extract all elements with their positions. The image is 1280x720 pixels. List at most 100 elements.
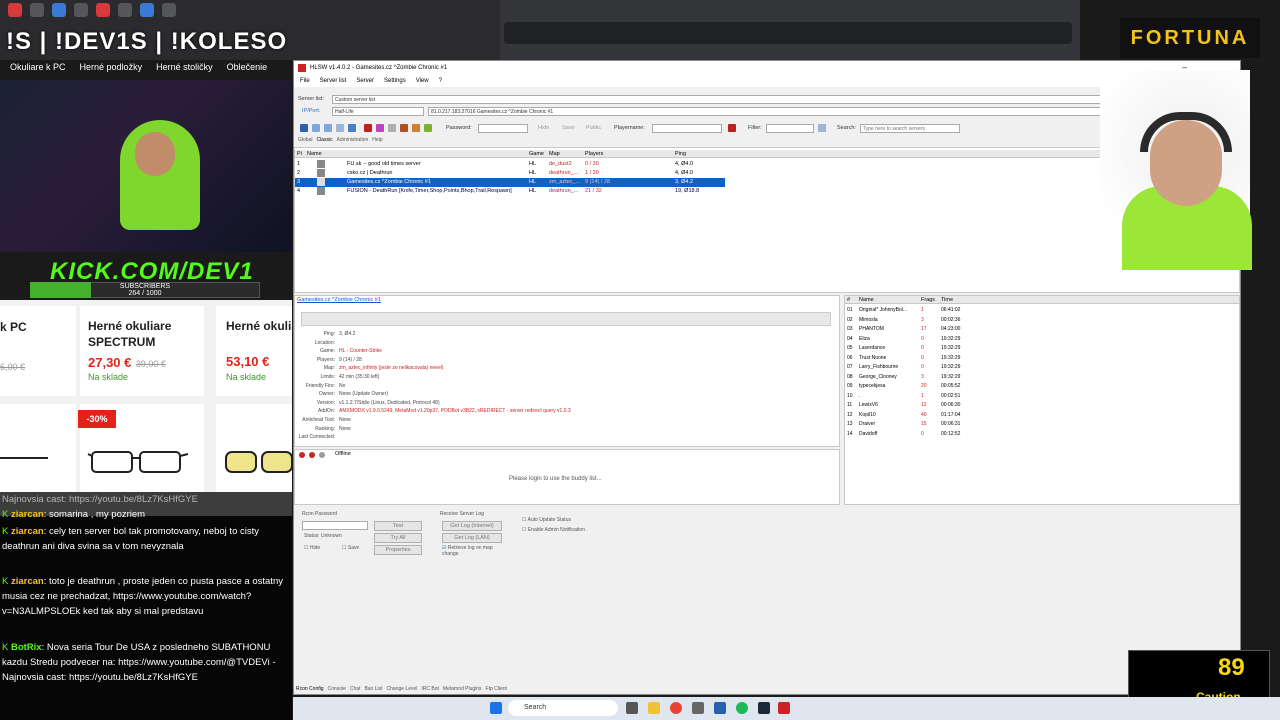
shop-nav-link[interactable]: Herné podložky [80, 62, 143, 72]
get-log-internet-button[interactable]: Get Log (Internet) [442, 521, 502, 531]
player-row[interactable]: 08 George_Clooney 3 19:32:29 [845, 373, 1239, 382]
player-row[interactable]: 12 Kopil10 40 01:17:04 [845, 411, 1239, 420]
player-row[interactable]: 06 Trust Noone 0 19:32:29 [845, 354, 1239, 363]
filter-icon[interactable] [818, 124, 826, 132]
playername-select[interactable] [652, 124, 722, 133]
product-card[interactable]: k PC 6,00 € [0, 306, 76, 396]
shop-nav-link[interactable]: Okuliare k PC [10, 62, 66, 72]
player-row[interactable]: 11 LewisV6 12 00:06:30 [845, 401, 1239, 410]
browser-tab-icon[interactable] [96, 3, 110, 17]
browser-tab-icon[interactable] [52, 3, 66, 17]
product-card[interactable]: Herné okuliare SPECTRUM 27,30 € 39,00 € … [80, 306, 204, 396]
menu-server[interactable]: Server [356, 75, 374, 87]
refresh-icon[interactable] [300, 124, 308, 132]
player-row[interactable]: 14 Davidoff 0 00:12:52 [845, 430, 1239, 439]
chrome-icon[interactable] [670, 702, 682, 714]
server-row-selected[interactable]: 3 Gamesites.cz ^Zombie Chronic #1 HL zm_… [295, 178, 725, 187]
buddy-status[interactable]: Offline [335, 451, 351, 457]
server-row[interactable]: 1 FU.sk -- good old times server HL de_d… [295, 160, 725, 169]
tab-classic[interactable]: Classic [316, 137, 332, 143]
filter-select[interactable] [766, 124, 814, 133]
server-row[interactable]: 2 csko.cz | Deathrun HL deathrun_... 1 /… [295, 169, 725, 178]
server-details-link[interactable]: Gamesites.cz ^Zombie Chronic #1 [297, 297, 381, 303]
buddy-icon[interactable] [299, 452, 305, 458]
browser-tab-icon[interactable] [8, 3, 22, 17]
product-card[interactable]: Herné okuliare WALLHACK 53,10 € Na sklad… [216, 306, 381, 396]
tab-administration[interactable]: Administration [337, 137, 369, 143]
taskbar-search[interactable]: Search [508, 700, 618, 716]
address-input[interactable]: 81.0.217.183:27016 Gamesites.cz ^Zombie … [428, 107, 1208, 116]
hlsw-taskbar-icon[interactable] [778, 702, 790, 714]
retrieve-log-checkbox[interactable]: ☑ Retrieve log on map change [442, 545, 506, 557]
address-bar[interactable] [504, 22, 1072, 44]
player-row[interactable]: 04 Eliza 0 19:32:29 [845, 335, 1239, 344]
get-log-lan-button[interactable]: Get Log (LAN) [442, 533, 502, 543]
tab-ftp-client[interactable]: Ftp Client [486, 686, 507, 692]
player-row[interactable]: 10. 1 00:02:51 [845, 392, 1239, 401]
buddy-icon[interactable] [319, 452, 325, 458]
app-icon[interactable] [714, 702, 726, 714]
connect-icon[interactable] [400, 124, 408, 132]
password-input[interactable] [478, 124, 528, 133]
info-icon[interactable] [348, 124, 356, 132]
tab-irc-bot[interactable]: IRC Bot [421, 686, 439, 692]
menu-view[interactable]: View [416, 75, 429, 87]
buddy-icon[interactable] [309, 452, 315, 458]
play-icon[interactable] [424, 124, 432, 132]
spotify-icon[interactable] [736, 702, 748, 714]
menu-server-list[interactable]: Server list [320, 75, 347, 87]
copy-icon[interactable] [336, 124, 344, 132]
file-explorer-icon[interactable] [648, 702, 660, 714]
tab-global[interactable]: Global [298, 137, 312, 143]
search-input[interactable] [860, 124, 960, 133]
save-checkbox[interactable]: Save [562, 122, 575, 134]
try-all-button[interactable]: Try All [374, 533, 422, 543]
rcon-password-input[interactable] [302, 521, 368, 530]
tab-metamod-plugins[interactable]: Metamod Plugins [443, 686, 482, 692]
tab-ban-list[interactable]: Ban List [364, 686, 382, 692]
player-row[interactable]: 07 Larry_Fishbourne 0 19:32:29 [845, 363, 1239, 372]
tab-change-level[interactable]: Change Level [387, 686, 418, 692]
player-row[interactable]: 05 Laserdance 0 19:32:29 [845, 344, 1239, 353]
server-list-select[interactable]: Custom server list [332, 95, 1132, 104]
tab-rcon-config[interactable]: Rcon Config [296, 686, 324, 692]
browser-tab-icon[interactable] [140, 3, 154, 17]
game-select[interactable]: Half-Life [332, 107, 424, 116]
rcon-save-checkbox[interactable]: ☐ Save [342, 545, 359, 551]
add-server-icon[interactable] [312, 124, 320, 132]
admin-notify-checkbox[interactable]: ☐ Enable Admin Notification [522, 527, 585, 533]
tab-console[interactable]: Console [328, 686, 346, 692]
test-button[interactable]: Test [374, 521, 422, 531]
stop-icon[interactable] [364, 124, 372, 132]
browser-tab-icon[interactable] [74, 3, 88, 17]
windows-start-icon[interactable] [490, 702, 502, 714]
player-row[interactable]: 09 typecekjesa 20 00:05:52 [845, 382, 1239, 391]
settings-icon[interactable] [388, 124, 396, 132]
browser-tab-icon[interactable] [118, 3, 132, 17]
shop-nav-link[interactable]: Oblečenie [227, 62, 268, 72]
clear-icon[interactable] [728, 124, 736, 132]
player-row[interactable]: 03 PHANTOM 17 04:23:00 [845, 325, 1239, 334]
menu-help[interactable]: ? [439, 75, 442, 87]
menu-settings[interactable]: Settings [384, 75, 406, 87]
server-row[interactable]: 4 FUSION - DeathRun [Knife,Timer,Shop,Po… [295, 187, 725, 196]
remove-server-icon[interactable] [324, 124, 332, 132]
player-row[interactable]: 02 Mimosla 3 00:02:36 [845, 316, 1239, 325]
tab-help[interactable]: Help [372, 137, 382, 143]
rcon-hide-checkbox[interactable]: ☐ Hide [304, 545, 320, 551]
task-view-icon[interactable] [626, 702, 638, 714]
steam-icon[interactable] [758, 702, 770, 714]
hide-checkbox[interactable]: Hide [538, 122, 549, 134]
shop-nav-link[interactable]: Herné stoličky [156, 62, 213, 72]
public-checkbox[interactable]: Public [586, 122, 601, 134]
browser-tab-icon[interactable] [162, 3, 176, 17]
auto-update-checkbox[interactable]: ☐ Auto Update Status [522, 517, 571, 523]
tab-chat[interactable]: Chat [350, 686, 361, 692]
player-row[interactable]: 13 Draiver 15 00:06:31 [845, 420, 1239, 429]
app-icon[interactable] [692, 702, 704, 714]
player-row[interactable]: 01 Original* JohnnyBol... 1 06:41:02 [845, 306, 1239, 315]
browser-tab-icon[interactable] [30, 3, 44, 17]
folder-icon[interactable] [412, 124, 420, 132]
record-icon[interactable] [376, 124, 384, 132]
menu-file[interactable]: File [300, 75, 310, 87]
